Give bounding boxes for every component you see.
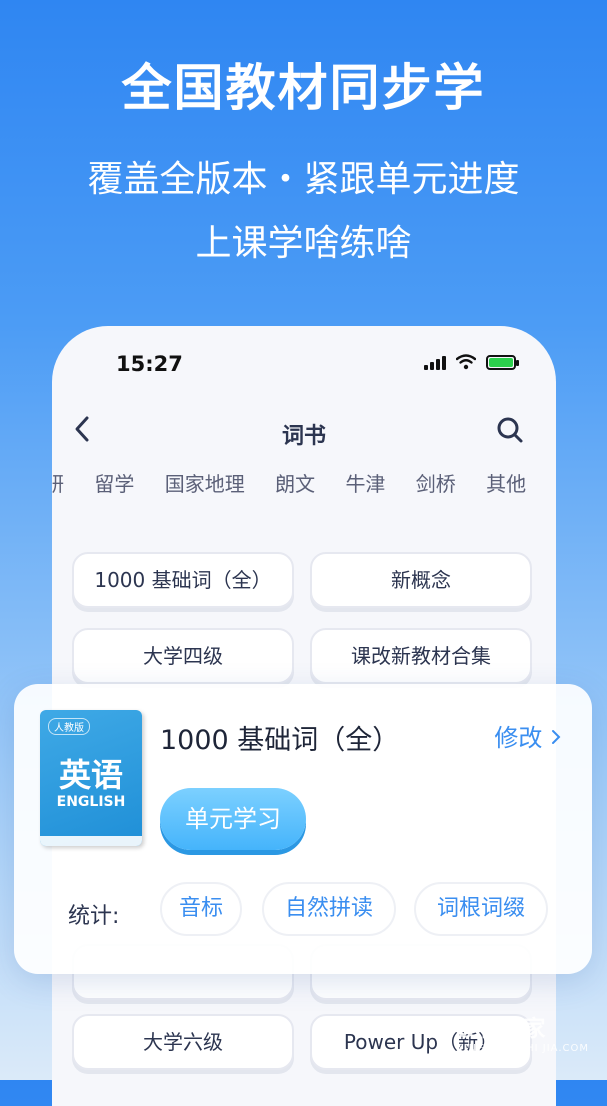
book-button[interactable]: 新概念 [310,552,532,608]
tab-category[interactable]: 国家地理 [165,472,245,496]
status-time: 15:27 [116,352,183,376]
promo-line-1: 覆盖全版本・紧跟单元进度 [87,159,520,200]
search-button[interactable] [496,416,524,444]
modify-label: 修改 [494,724,543,752]
book-button[interactable]: 1000 基础词（全） [72,552,294,608]
category-tabs: 研 留学 国家地理 朗文 牛津 剑桥 其他 [52,468,550,497]
book-button[interactable]: 课改新教材合集 [310,628,532,684]
cover-tag: 人教版 [48,718,90,735]
book-cover: 人教版 英语 ENGLISH [40,710,142,846]
promo-title: 全国教材同步学 [121,59,486,117]
page-title: 词书 [281,424,326,449]
book-button[interactable]: 大学四级 [72,628,294,684]
stat-phonics-button[interactable]: 自然拼读 [262,882,396,936]
stat-roots-button[interactable]: 词根词缀 [414,882,548,936]
signal-icon [424,354,446,370]
status-icons [424,354,519,370]
watermark: 硬件之家 YING JIAN ZHI JIA.COM [457,1011,589,1054]
tab-category[interactable]: 朗文 [275,472,315,496]
watermark-py: YING JIAN ZHI JIA.COM [457,1043,589,1054]
stats-label: 统计: [68,904,120,929]
unit-study-button[interactable]: 单元学习 [160,788,306,850]
tab-category[interactable]: 其他 [486,472,526,496]
cover-title: 英语 [58,756,123,794]
wifi-icon [456,354,476,370]
battery-icon [486,354,519,370]
tab-category[interactable]: 剑桥 [416,472,456,496]
chevron-right-icon [552,730,561,744]
modify-button[interactable]: 修改 [494,718,562,753]
promo-line-2: 上课学啥练啥 [195,223,412,264]
search-icon [497,417,523,443]
tab-category[interactable]: 留学 [94,472,134,496]
current-book-card: 人教版 英语 ENGLISH 1000 基础词（全） 修改 单元学习 统计: 音… [14,684,592,974]
current-book-name: 1000 基础词（全） [160,725,400,756]
cover-page-edge [40,836,142,846]
tab-category[interactable]: 研 [52,472,64,496]
stat-phonetics-button[interactable]: 音标 [160,882,242,936]
watermark-cn: 硬件之家 [457,1017,546,1042]
tab-category[interactable]: 牛津 [345,472,385,496]
cover-subtitle: ENGLISH [56,794,126,810]
book-button[interactable]: 大学六级 [72,1014,294,1070]
